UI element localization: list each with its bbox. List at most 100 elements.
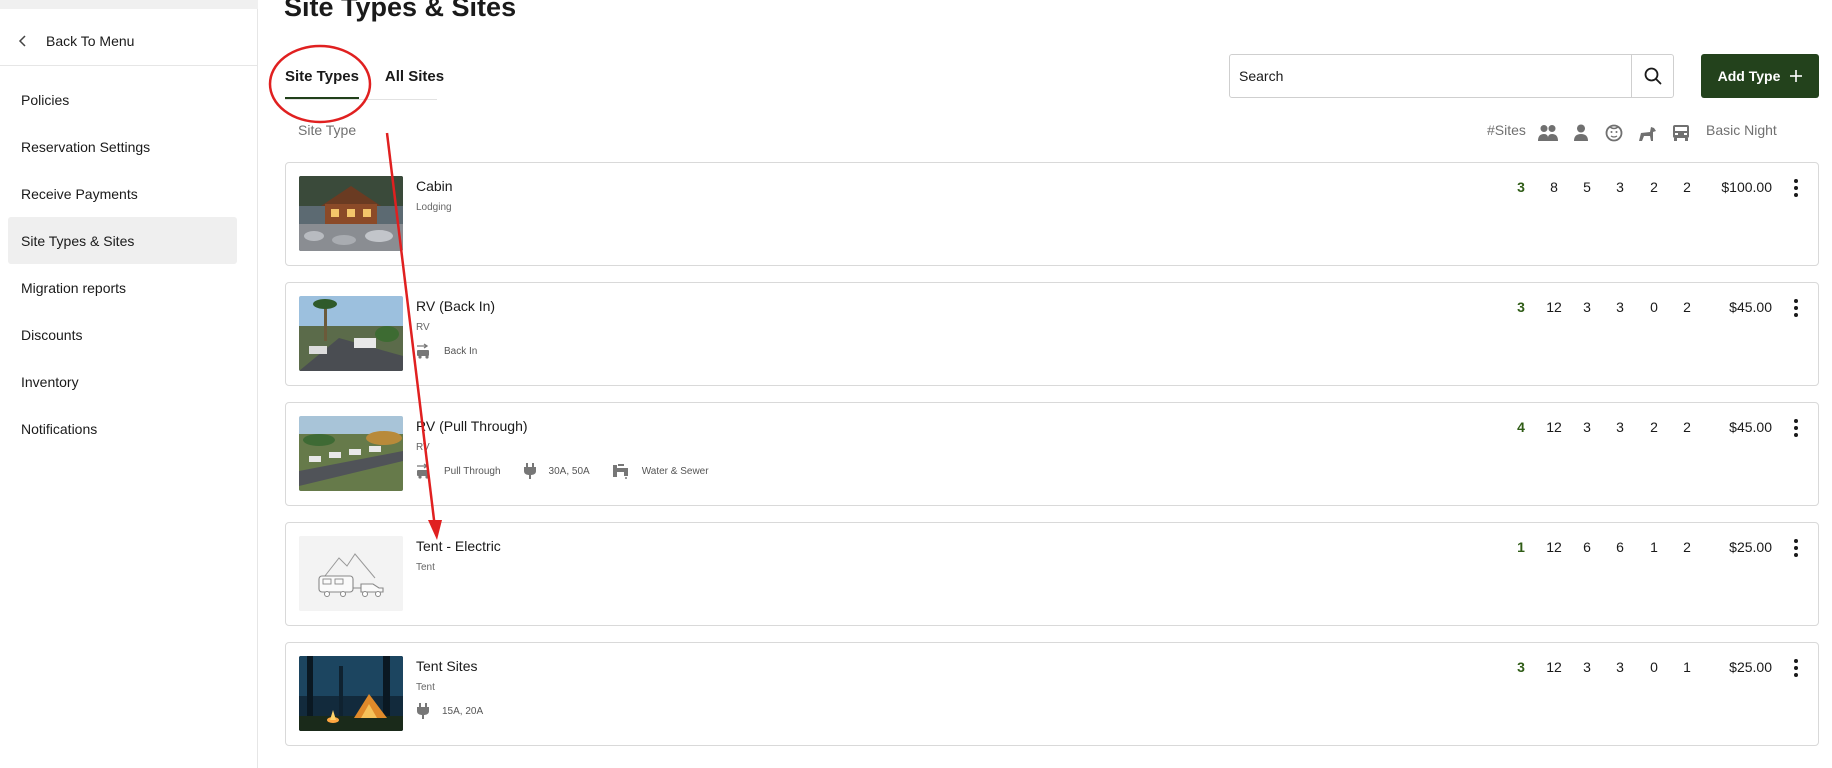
chevron-left-icon [14, 32, 32, 50]
max-pets-value: 0 [1650, 659, 1658, 675]
max-adults-value: 3 [1583, 299, 1591, 315]
site-type-category: Tent [416, 562, 435, 573]
sidebar-item-receive-payments[interactable]: Receive Payments [8, 170, 237, 217]
site-type-category: RV [416, 442, 430, 453]
amenities-list: 15A, 20A [416, 703, 505, 719]
site-type-row[interactable]: Tent - Electric Tent 1 12 6 6 1 2 $25.00 [285, 522, 1819, 626]
plus-icon [1790, 70, 1803, 82]
power-plug-icon [417, 703, 429, 719]
max-children-value: 6 [1616, 539, 1624, 555]
person-icon [1570, 122, 1592, 144]
row-actions-menu-icon[interactable] [1788, 297, 1804, 319]
site-type-thumbnail-rv-back-in [299, 296, 403, 371]
tab-site-types[interactable]: Site Types [285, 54, 359, 100]
column-header-sites: #Sites [1487, 122, 1526, 138]
vehicle-icon [1670, 122, 1692, 144]
max-vehicles-value: 2 [1683, 419, 1691, 435]
sidebar-item-discounts[interactable]: Discounts [8, 311, 237, 358]
rv-hookup-icon [417, 463, 429, 479]
amenity-label: 15A, 20A [442, 705, 484, 717]
add-type-button[interactable]: Add Type [1701, 54, 1819, 98]
max-pets-value: 2 [1650, 179, 1658, 195]
group-icon [1537, 122, 1559, 144]
site-type-thumbnail-tent-sites [299, 656, 403, 731]
max-children-value: 3 [1616, 299, 1624, 315]
pet-icon [1636, 122, 1658, 144]
tab-divider [285, 99, 437, 100]
max-group-value: 12 [1546, 539, 1562, 555]
power-plug-icon [523, 463, 536, 479]
sidebar: Back To Menu Policies Reservation Settin… [0, 0, 258, 768]
sites-count: 3 [1517, 299, 1525, 315]
max-children-value: 3 [1616, 659, 1624, 675]
sidebar-item-migration-reports[interactable]: Migration reports [8, 264, 237, 311]
max-children-value: 3 [1616, 419, 1624, 435]
search-box [1229, 54, 1674, 98]
max-group-value: 12 [1546, 299, 1562, 315]
basic-night-price: $45.00 [1729, 299, 1772, 315]
site-type-category: Tent [416, 682, 435, 693]
amenities-list: Back In [416, 343, 499, 359]
water-faucet-icon [612, 464, 628, 479]
back-to-menu-button[interactable]: Back To Menu [0, 16, 258, 66]
row-actions-menu-icon[interactable] [1788, 657, 1804, 679]
amenity-label: Back In [444, 345, 478, 357]
basic-night-price: $25.00 [1729, 539, 1772, 555]
column-header-basic-night: Basic Night [1706, 122, 1777, 138]
amenity-label: 30A, 50A [548, 465, 590, 477]
site-type-row[interactable]: Tent Sites Tent 15A, 20A 3 12 3 3 0 1 $2… [285, 642, 1819, 746]
amenity-electric: 30A, 50A [523, 463, 590, 479]
max-adults-value: 5 [1583, 179, 1591, 195]
site-type-name: Tent - Electric [416, 538, 501, 554]
search-button[interactable] [1631, 55, 1673, 97]
sidebar-item-policies[interactable]: Policies [8, 76, 237, 123]
max-vehicles-value: 1 [1683, 659, 1691, 675]
sidebar-top-bar [0, 0, 258, 9]
basic-night-price: $100.00 [1721, 179, 1772, 195]
sidebar-item-site-types-sites[interactable]: Site Types & Sites [8, 217, 237, 264]
search-input[interactable] [1230, 55, 1631, 97]
row-actions-menu-icon[interactable] [1788, 537, 1804, 559]
max-group-value: 8 [1550, 179, 1558, 195]
row-actions-menu-icon[interactable] [1788, 177, 1804, 199]
max-children-value: 3 [1616, 179, 1624, 195]
amenities-list: Pull Through 30A, 50A Water & Sewer [416, 463, 731, 479]
max-adults-value: 3 [1583, 659, 1591, 675]
placeholder-camper-icon [299, 536, 403, 611]
site-type-row[interactable]: RV (Pull Through) RV Pull Through 30A, 5… [285, 402, 1819, 506]
sidebar-item-inventory[interactable]: Inventory [8, 358, 237, 405]
row-actions-menu-icon[interactable] [1788, 417, 1804, 439]
max-vehicles-value: 2 [1683, 179, 1691, 195]
site-type-row[interactable]: RV (Back In) RV Back In 3 12 3 3 0 2 $45… [285, 282, 1819, 386]
sidebar-nav: Policies Reservation Settings Receive Pa… [8, 76, 237, 452]
site-type-thumbnail-cabin [299, 176, 403, 251]
site-type-name: RV (Pull Through) [416, 418, 528, 434]
site-type-name: Tent Sites [416, 658, 478, 674]
amenity-water-sewer: Water & Sewer [612, 463, 709, 479]
sites-count: 4 [1517, 419, 1525, 435]
site-type-name: RV (Back In) [416, 298, 496, 314]
max-adults-value: 3 [1583, 419, 1591, 435]
sidebar-item-notifications[interactable]: Notifications [8, 405, 237, 452]
child-icon [1603, 122, 1625, 144]
sites-count: 3 [1517, 659, 1525, 675]
site-type-thumbnail-placeholder [299, 536, 403, 611]
max-pets-value: 0 [1650, 299, 1658, 315]
tab-all-sites[interactable]: All Sites [385, 54, 444, 100]
max-pets-value: 1 [1650, 539, 1658, 555]
sites-count: 3 [1517, 179, 1525, 195]
sites-count: 1 [1517, 539, 1525, 555]
basic-night-price: $25.00 [1729, 659, 1772, 675]
sidebar-item-reservation-settings[interactable]: Reservation Settings [8, 123, 237, 170]
max-pets-value: 2 [1650, 419, 1658, 435]
site-type-category: Lodging [416, 202, 452, 213]
site-type-thumbnail-rv-pull-through [299, 416, 403, 491]
basic-night-price: $45.00 [1729, 419, 1772, 435]
max-vehicles-value: 2 [1683, 299, 1691, 315]
amenity-pull-through: Pull Through [416, 463, 501, 479]
amenity-label: Water & Sewer [641, 465, 709, 477]
column-header-site-type: Site Type [298, 122, 357, 138]
site-type-row[interactable]: Cabin Lodging 3 8 5 3 2 2 $100.00 [285, 162, 1819, 266]
max-group-value: 12 [1546, 419, 1562, 435]
amenity-label: Pull Through [444, 465, 501, 477]
